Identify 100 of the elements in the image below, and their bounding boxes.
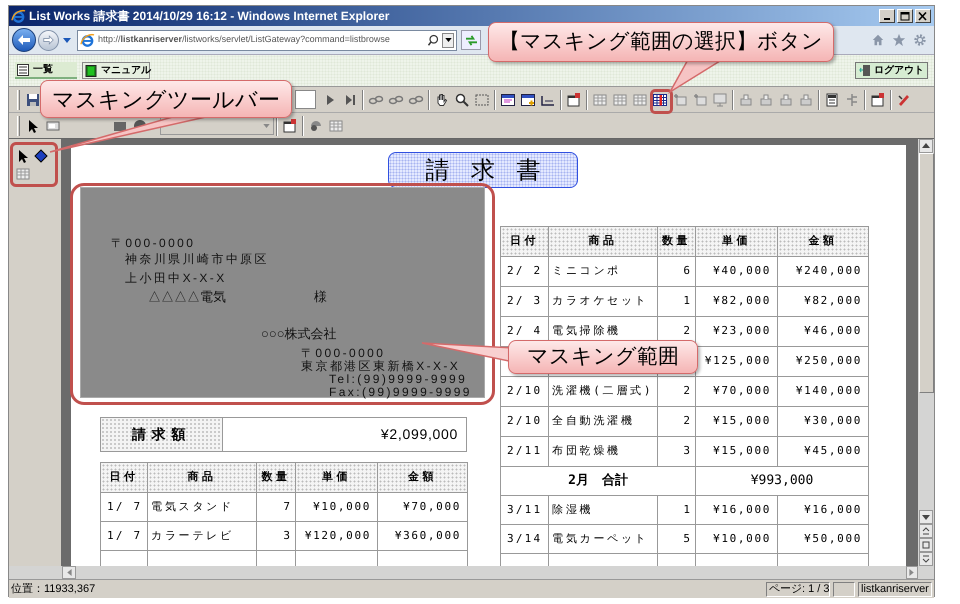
table-cell: ¥45,000 — [778, 436, 868, 466]
back-arrow-icon — [17, 34, 31, 46]
table-cell: ¥70,000 — [696, 376, 778, 406]
scrollbar-thumb[interactable] — [918, 153, 934, 393]
refresh-button[interactable] — [461, 30, 481, 50]
search-icon[interactable] — [427, 34, 439, 46]
column-header: 商品 — [148, 462, 256, 492]
company-name: ○○○株式会社 — [261, 327, 337, 340]
table-cell: 3 — [658, 436, 696, 466]
forward-arrow-icon — [43, 35, 54, 45]
table-cell: 1/ 7 — [100, 492, 148, 522]
page-indicator: ページ: 1 / 3 — [766, 582, 830, 596]
close-button[interactable] — [915, 9, 931, 23]
table-cell: ¥250,000 — [778, 346, 868, 376]
nav-button[interactable]: マニュアル — [82, 62, 150, 79]
previous-page-button[interactable] — [919, 524, 933, 538]
window-title: List Works 請求書 2014/10/29 16:12 - Windows Internet Explorer — [29, 8, 390, 25]
report-title: 請求書 — [388, 152, 578, 188]
callout: マスキング範囲 — [508, 340, 698, 374]
table-cell: 除湿機 — [548, 496, 658, 524]
column-header: 単価 — [696, 226, 778, 256]
grid-icon[interactable] — [652, 92, 668, 108]
column-header: 金額 — [778, 226, 868, 256]
caret-icon[interactable] — [63, 38, 71, 42]
browser-icon — [11, 8, 26, 24]
door-icon — [859, 64, 872, 77]
page-button[interactable] — [919, 538, 933, 552]
column-header: 金額 — [378, 462, 468, 492]
table-cell: ¥993,000 — [696, 466, 868, 496]
chevron-up-icon — [922, 527, 930, 535]
browser-icon — [80, 32, 95, 48]
table-cell: 3/14 — [500, 524, 548, 554]
logout-button[interactable]: ログアウト — [855, 62, 928, 79]
maximize-button[interactable] — [897, 9, 913, 23]
star-icon[interactable] — [892, 33, 906, 47]
callout: マスキングツールバー — [40, 80, 292, 118]
refresh-arrows-icon — [464, 34, 478, 46]
table-cell: 1 — [658, 286, 696, 316]
callout: 【マスキング範囲の選択】ボタン — [488, 22, 834, 62]
book-icon — [85, 64, 97, 76]
magnifier-icon[interactable] — [454, 92, 470, 108]
column-header: 商品 — [548, 226, 658, 256]
table-cell: ¥82,000 — [778, 286, 868, 316]
table-cell: ¥40,000 — [696, 256, 778, 286]
phone-number: Tel:(99)9999-9999 — [329, 373, 468, 386]
triangle-down-icon — [922, 513, 930, 521]
nav-button[interactable]: 一覧 — [15, 62, 77, 79]
table-cell: 2/10 — [500, 376, 548, 406]
table-cell: 5 — [658, 524, 696, 554]
table-cell: ¥16,000 — [778, 496, 868, 524]
table-cell: ¥10,000 — [296, 492, 378, 522]
server-name: listkanriserver — [858, 582, 932, 596]
dropdown-button[interactable] — [442, 32, 454, 48]
stamp-icon[interactable] — [798, 92, 814, 108]
column-header: 数量 — [256, 462, 296, 492]
calculator-icon[interactable] — [824, 92, 840, 108]
table-cell: 全自動洗濯機 — [548, 406, 658, 436]
window-icon[interactable] — [870, 92, 886, 108]
table-cell: ¥10,000 — [696, 524, 778, 554]
next-page-button[interactable] — [919, 552, 933, 566]
scroll-down-button[interactable] — [919, 510, 933, 524]
page-number-field[interactable] — [295, 90, 316, 109]
add-row-icon[interactable] — [692, 92, 708, 108]
scroll-up-button[interactable] — [919, 139, 933, 153]
status-cell — [833, 582, 855, 596]
table-cell: ¥16,000 — [696, 496, 778, 524]
diamond-icon[interactable] — [33, 148, 49, 164]
highlight-frame — [10, 142, 58, 187]
table-icon[interactable] — [500, 92, 516, 108]
stamp-icon[interactable] — [758, 92, 774, 108]
table-cell: 電気カーペット — [548, 524, 658, 554]
monitor-icon[interactable] — [712, 92, 728, 108]
list-icon — [17, 64, 29, 76]
table-cell: ¥120,000 — [296, 522, 378, 550]
table-cell: 2月 合計 — [500, 466, 696, 496]
table-cell: ¥140,000 — [778, 376, 868, 406]
table-cell: 1/ 7 — [100, 522, 148, 550]
stamp-icon[interactable] — [738, 92, 754, 108]
table-cell: 電気スタンド — [148, 492, 256, 522]
address-field[interactable]: http://listkanriserver/listworks/servlet/ListGateway?command=listbrowse — [77, 30, 457, 50]
address: 上小田中X-X-X — [125, 272, 227, 285]
column-header: 日付 — [500, 226, 548, 256]
table-add-icon[interactable] — [520, 92, 536, 108]
minimize-button[interactable] — [879, 9, 895, 23]
table-cell: 2 — [658, 376, 696, 406]
window-icon[interactable] — [282, 118, 298, 134]
table-cell: 2/ 3 — [500, 286, 548, 316]
column-header: 日付 — [100, 462, 148, 492]
stamp-icon[interactable] — [778, 92, 794, 108]
scroll-left-button[interactable] — [62, 566, 76, 579]
back-button[interactable] — [12, 28, 36, 52]
table-cell: ¥46,000 — [778, 316, 868, 346]
table-cell: 1 — [658, 496, 696, 524]
fax-number: Fax:(99)9999-9999 — [329, 386, 472, 399]
table-cell: 6 — [658, 256, 696, 286]
window-icon[interactable] — [566, 92, 582, 108]
dashed-rectangle-icon[interactable] — [474, 92, 490, 108]
table-cell: 洗濯機(二層式) — [548, 376, 658, 406]
triangle-up-icon — [922, 142, 930, 150]
table-cell: 7 — [256, 492, 296, 522]
